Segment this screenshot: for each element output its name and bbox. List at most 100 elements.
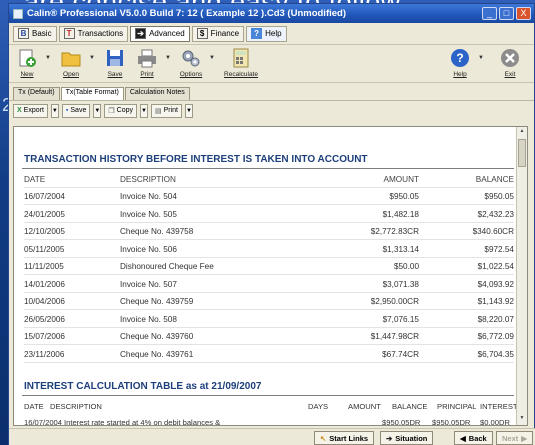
dollar-icon: $ (196, 28, 208, 39)
section1-title: TRANSACTION HISTORY BEFORE INTEREST IS T… (24, 154, 368, 165)
col2-amount: AMOUNT (348, 402, 381, 411)
exit-icon (501, 49, 519, 67)
new-button[interactable]: New (13, 47, 41, 83)
copy-label: Copy (116, 107, 133, 114)
situation-button[interactable]: ➔ Situation (380, 431, 434, 445)
close-button[interactable]: X (516, 7, 531, 20)
row-date: 15/07/2006 (24, 332, 65, 341)
exit-button[interactable]: Exit (496, 47, 524, 83)
col2-balance: BALANCE (392, 402, 428, 411)
start-links-label: Start Links (329, 433, 369, 443)
transactions-icon: T (63, 28, 75, 39)
tab-calculation-notes[interactable]: Calculation Notes (124, 87, 190, 100)
maximize-button[interactable]: □ (499, 7, 514, 20)
row2-principal: $950.05DR (432, 418, 471, 426)
report-print-button[interactable]: ▤ Print (150, 103, 183, 118)
row-amount: $50.00 (393, 262, 419, 271)
row-description: Dishonoured Cheque Fee (120, 262, 214, 271)
next-label: Next (502, 433, 519, 443)
open-button[interactable]: Open (57, 47, 85, 83)
report-scrollbar[interactable]: ▲ ▼ (516, 127, 527, 425)
row-date: 05/11/2005 (24, 244, 65, 254)
export-button[interactable]: X Export (13, 103, 48, 118)
row-balance: $8,220.07 (477, 314, 514, 324)
row-balance: $1,143.92 (477, 297, 514, 306)
row-balance: $2,432.23 (477, 209, 514, 219)
table-row: 05/11/2005 Invoice No. 506 $1,313.14 $972.5… (24, 241, 514, 258)
print-button[interactable]: Print (133, 47, 161, 83)
row-amount: $7,076.15 (382, 314, 419, 324)
copy-dropdown[interactable]: ▼ (139, 103, 148, 118)
print-dropdown[interactable]: ▼ (165, 47, 173, 69)
scroll-up-icon[interactable]: ▲ (518, 128, 526, 137)
help-label: Help (453, 71, 467, 78)
row-description: Cheque No. 439759 (120, 297, 194, 306)
row-balance: $972.54 (484, 244, 514, 254)
export-dropdown[interactable]: ▼ (50, 103, 59, 118)
tab-basic[interactable]: B Basic (13, 25, 57, 42)
new-document-icon (19, 49, 36, 67)
table-row: 12/10/2005 Cheque No. 439758 $2,772.83CR $3… (24, 223, 514, 240)
col2-description: DESCRIPTION (50, 402, 102, 411)
report-tabs: Tx (Default) Tx(Table Format) Calculatio… (9, 85, 534, 100)
row-amount: $950.05 (389, 192, 419, 201)
table-row: 23/11/2006 Cheque No. 439761 $67.74CR $6,70… (24, 346, 514, 363)
recalculate-button[interactable]: Recalculate (221, 47, 261, 83)
copy-button[interactable]: ❐ Copy (104, 103, 137, 118)
situation-arrow-icon: ➔ (386, 433, 393, 443)
save-button[interactable]: Save (101, 47, 129, 83)
new-label: New (20, 71, 34, 78)
minimize-button[interactable]: _ (482, 7, 497, 20)
row-amount: $1,482.18 (382, 209, 419, 219)
report-save-dropdown[interactable]: ▼ (93, 103, 102, 118)
print-small-icon: ▤ (154, 107, 162, 115)
export-label: Export (23, 107, 44, 114)
tab-basic-label: Basic (32, 29, 52, 38)
tab-tx-table-format[interactable]: Tx(Table Format) (60, 87, 124, 100)
row-balance: $340.60CR (472, 227, 514, 236)
options-button[interactable]: Options (177, 47, 205, 83)
help-button[interactable]: ? Help (446, 47, 474, 83)
table2-row: 16/07/2004 Interest rate started at 4% o… (24, 414, 514, 426)
help-dropdown[interactable]: ▼ (478, 47, 486, 69)
tab-tx-default[interactable]: Tx (Default) (13, 87, 60, 100)
row-description: Cheque No. 439758 (120, 227, 194, 236)
table1-header-row: DATE DESCRIPTION AMOUNT BALANCE (24, 171, 514, 188)
row2-date: 16/07/2004 (24, 418, 63, 426)
scroll-thumb[interactable] (518, 139, 526, 167)
main-toolbar: New ▼ Open ▼ Save Print ▼ Options ▼ Reca… (9, 45, 534, 83)
next-button[interactable]: Next ▶ (496, 431, 534, 445)
row-balance: $6,704.35 (477, 349, 514, 359)
print-label: Print (140, 71, 154, 78)
back-button[interactable]: ◀ Back (454, 431, 493, 445)
situation-label: Situation (395, 433, 428, 443)
tab-finance[interactable]: $ Finance (191, 25, 245, 42)
row2-description: Interest rate started at 4% on debit bal… (64, 418, 221, 426)
col2-principal: PRINCIPAL (437, 402, 477, 411)
col2-date: DATE (24, 402, 44, 411)
section1-divider (22, 168, 514, 169)
report-save-button[interactable]: ▪ Save (61, 103, 91, 118)
tab-transactions[interactable]: T Transactions (58, 25, 129, 42)
open-dropdown[interactable]: ▼ (89, 47, 97, 69)
start-links-button[interactable]: ↖ Start Links (314, 431, 375, 445)
navigation-bar: ↖ Start Links ➔ Situation ◀ Back Next ▶ (9, 428, 535, 445)
row-date: 14/01/2006 (24, 279, 65, 289)
tab-transactions-label: Transactions (77, 29, 124, 38)
next-arrow-icon: ▶ (521, 433, 528, 443)
new-dropdown[interactable]: ▼ (45, 47, 53, 69)
tab-advanced[interactable]: ➔ Advanced (130, 25, 190, 42)
section2-divider (22, 395, 514, 396)
help-icon: ? (451, 49, 469, 67)
scroll-down-icon[interactable]: ▼ (518, 415, 526, 424)
report-toolbar: X Export ▼ ▪ Save ▼ ❐ Copy ▼ ▤ Print ▼ (9, 100, 534, 120)
table-row: 10/04/2006 Cheque No. 439759 $2,950.00CR $1… (24, 293, 514, 310)
title-bar: Calin® Professional V5.0.0 Build 7: 12 (… (9, 4, 534, 23)
tab-help[interactable]: ? Help (246, 25, 287, 42)
options-dropdown[interactable]: ▼ (209, 47, 217, 69)
row-date: 11/11/2005 (24, 262, 64, 271)
col-amount: AMOUNT (383, 175, 419, 184)
report-print-dropdown[interactable]: ▼ (185, 103, 194, 118)
row-balance: $950.05 (484, 192, 514, 201)
options-label: Options (179, 71, 203, 78)
